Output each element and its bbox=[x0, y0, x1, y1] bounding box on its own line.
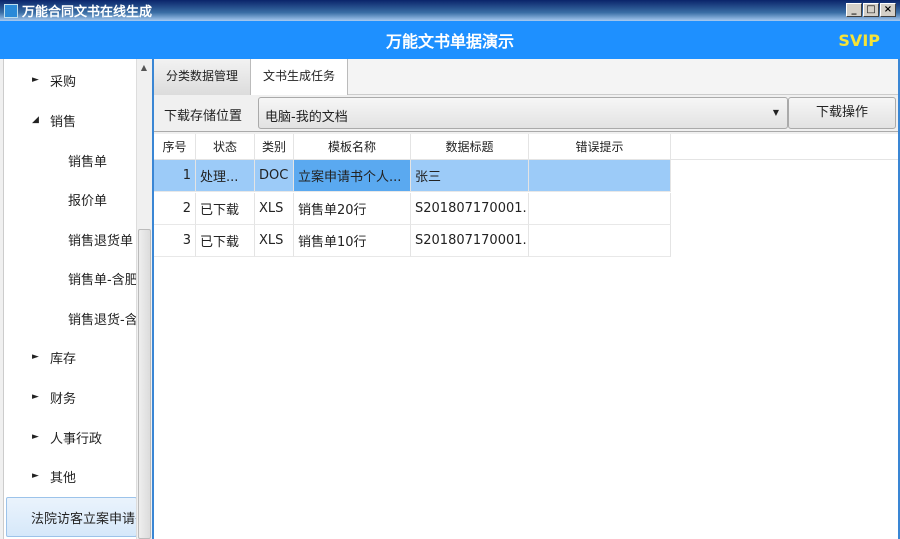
sidebar-item[interactable]: 销售退货-含 bbox=[4, 308, 136, 328]
table-cell bbox=[529, 160, 671, 192]
table-row[interactable]: 3 已下载 XLS 销售单10行 S201807170001... bbox=[154, 225, 671, 257]
sidebar-tree: ► 采购 ◢ 销售销售单报价单销售退货单销售单-含肥 销售退货-含 ► 库存 ► 财务 ► 人事行政… bbox=[3, 59, 136, 539]
expand-arrow-icon[interactable]: ► bbox=[32, 432, 42, 442]
col-header[interactable]: 序号 bbox=[154, 134, 196, 159]
col-header[interactable]: 数据标题 bbox=[411, 134, 529, 159]
location-value: 电脑-我的文档 bbox=[265, 110, 348, 125]
sidebar-item[interactable]: ► 财务 bbox=[4, 387, 136, 407]
sidebar-item[interactable]: 销售退货单 bbox=[4, 229, 136, 249]
table-cell bbox=[529, 192, 671, 225]
table-cell: S201807170001... bbox=[411, 225, 529, 257]
table-cell: 1 bbox=[154, 160, 196, 192]
sidebar-item-label: 其他 bbox=[50, 470, 77, 486]
table-cell: 销售单10行 bbox=[294, 225, 411, 257]
table-cell bbox=[529, 225, 671, 257]
sidebar-item[interactable]: ► 其他 bbox=[4, 466, 136, 486]
table-cell: XLS bbox=[255, 192, 294, 225]
sidebar-item-label: 人事行政 bbox=[50, 431, 103, 447]
col-header[interactable]: 状态 bbox=[196, 134, 255, 159]
sidebar-item[interactable]: 销售单 bbox=[4, 150, 136, 170]
location-label: 下载存储位置 bbox=[164, 109, 243, 124]
close-button[interactable]: × bbox=[880, 3, 896, 17]
table-cell: 张三 bbox=[411, 160, 529, 192]
sidebar-item[interactable]: 法院访客立案申请书 bbox=[6, 497, 136, 537]
sidebar-item[interactable]: ► 人事行政 bbox=[4, 427, 136, 447]
sidebar-item[interactable]: 销售单-含肥 bbox=[4, 268, 136, 288]
table-cell: 销售单20行 bbox=[294, 192, 411, 225]
scrollbar-thumb[interactable] bbox=[138, 229, 151, 539]
expand-arrow-icon[interactable]: ► bbox=[32, 471, 42, 481]
header-title: 万能文书单据演示 bbox=[385, 32, 514, 51]
location-select[interactable]: 电脑-我的文档 ▼ bbox=[258, 97, 788, 129]
table-cell: 3 bbox=[154, 225, 196, 257]
col-header[interactable]: 模板名称 bbox=[294, 134, 411, 159]
tab-category-data[interactable]: 分类数据管理 bbox=[154, 59, 252, 95]
table-cell: DOC bbox=[255, 160, 294, 192]
expand-arrow-icon[interactable]: ► bbox=[32, 75, 42, 85]
sidebar-item-label: 销售 bbox=[50, 114, 77, 130]
table-cell: XLS bbox=[255, 225, 294, 257]
expand-arrow-icon[interactable]: ► bbox=[32, 392, 42, 402]
maximize-button[interactable]: □ bbox=[863, 3, 879, 17]
app-icon bbox=[4, 3, 18, 18]
table-row[interactable]: 2 已下载 XLS 销售单20行 S201807170001... bbox=[154, 192, 671, 225]
expand-arrow-icon[interactable]: ► bbox=[32, 352, 42, 362]
sidebar-item-label: 销售退货-含 bbox=[68, 312, 136, 328]
col-header[interactable]: 类别 bbox=[255, 134, 294, 159]
window-titlebar: 万能合同文书在线生成 _ □ × bbox=[0, 0, 900, 21]
table-cell: 已下载 bbox=[196, 225, 255, 257]
collapse-arrow-icon[interactable]: ◢ bbox=[32, 115, 42, 125]
sidebar-item-label: 采购 bbox=[50, 74, 77, 90]
app-header: 万能文书单据演示 SVIP bbox=[0, 21, 900, 59]
table-cell: 2 bbox=[154, 192, 196, 225]
sidebar-item-label: 库存 bbox=[50, 351, 77, 367]
sidebar-item-label: 销售退货单 bbox=[68, 233, 134, 249]
table-cell: 已下载 bbox=[196, 192, 255, 225]
sidebar-item[interactable]: ► 采购 bbox=[4, 70, 136, 90]
table-header: 序号 状态 类别 模板名称 数据标题 错误提示 bbox=[154, 134, 898, 160]
main-panel: 分类数据管理 文书生成任务 下载存储位置 电脑-我的文档 ▼ 下载操作 序号 状… bbox=[152, 59, 900, 539]
download-button[interactable]: 下载操作 bbox=[788, 97, 896, 129]
tab-generation-tasks[interactable]: 文书生成任务 bbox=[251, 59, 349, 95]
sidebar-item-label: 财务 bbox=[50, 391, 77, 407]
table-cell: S201807170001... bbox=[411, 192, 529, 225]
sidebar-item-label: 报价单 bbox=[68, 193, 108, 209]
chevron-down-icon: ▼ bbox=[772, 108, 779, 117]
table-cell: 处理... bbox=[196, 160, 255, 192]
col-header[interactable]: 错误提示 bbox=[529, 134, 671, 159]
sidebar-scrollbar[interactable]: ▲ bbox=[136, 59, 151, 539]
sidebar-item[interactable]: 报价单 bbox=[4, 189, 136, 209]
scroll-up-icon[interactable]: ▲ bbox=[137, 63, 151, 72]
minimize-button[interactable]: _ bbox=[846, 3, 862, 17]
sidebar-item-label: 法院访客立案申请书 bbox=[31, 511, 136, 527]
table-cell: 立案申请书个人... bbox=[294, 160, 411, 192]
table-row[interactable]: 1 处理... DOC 立案申请书个人... 张三 bbox=[154, 160, 671, 192]
sidebar-item[interactable]: ► 库存 bbox=[4, 347, 136, 367]
window-title: 万能合同文书在线生成 bbox=[22, 5, 153, 20]
sidebar-item[interactable]: ◢ 销售 bbox=[4, 110, 136, 130]
svip-badge: SVIP bbox=[838, 31, 880, 50]
task-table: 序号 状态 类别 模板名称 数据标题 错误提示 1 处理... DOC 立案申请书个人… bbox=[154, 134, 898, 539]
sidebar-item-label: 销售单 bbox=[68, 154, 108, 170]
sidebar-item-label: 销售单-含肥 bbox=[68, 272, 136, 288]
